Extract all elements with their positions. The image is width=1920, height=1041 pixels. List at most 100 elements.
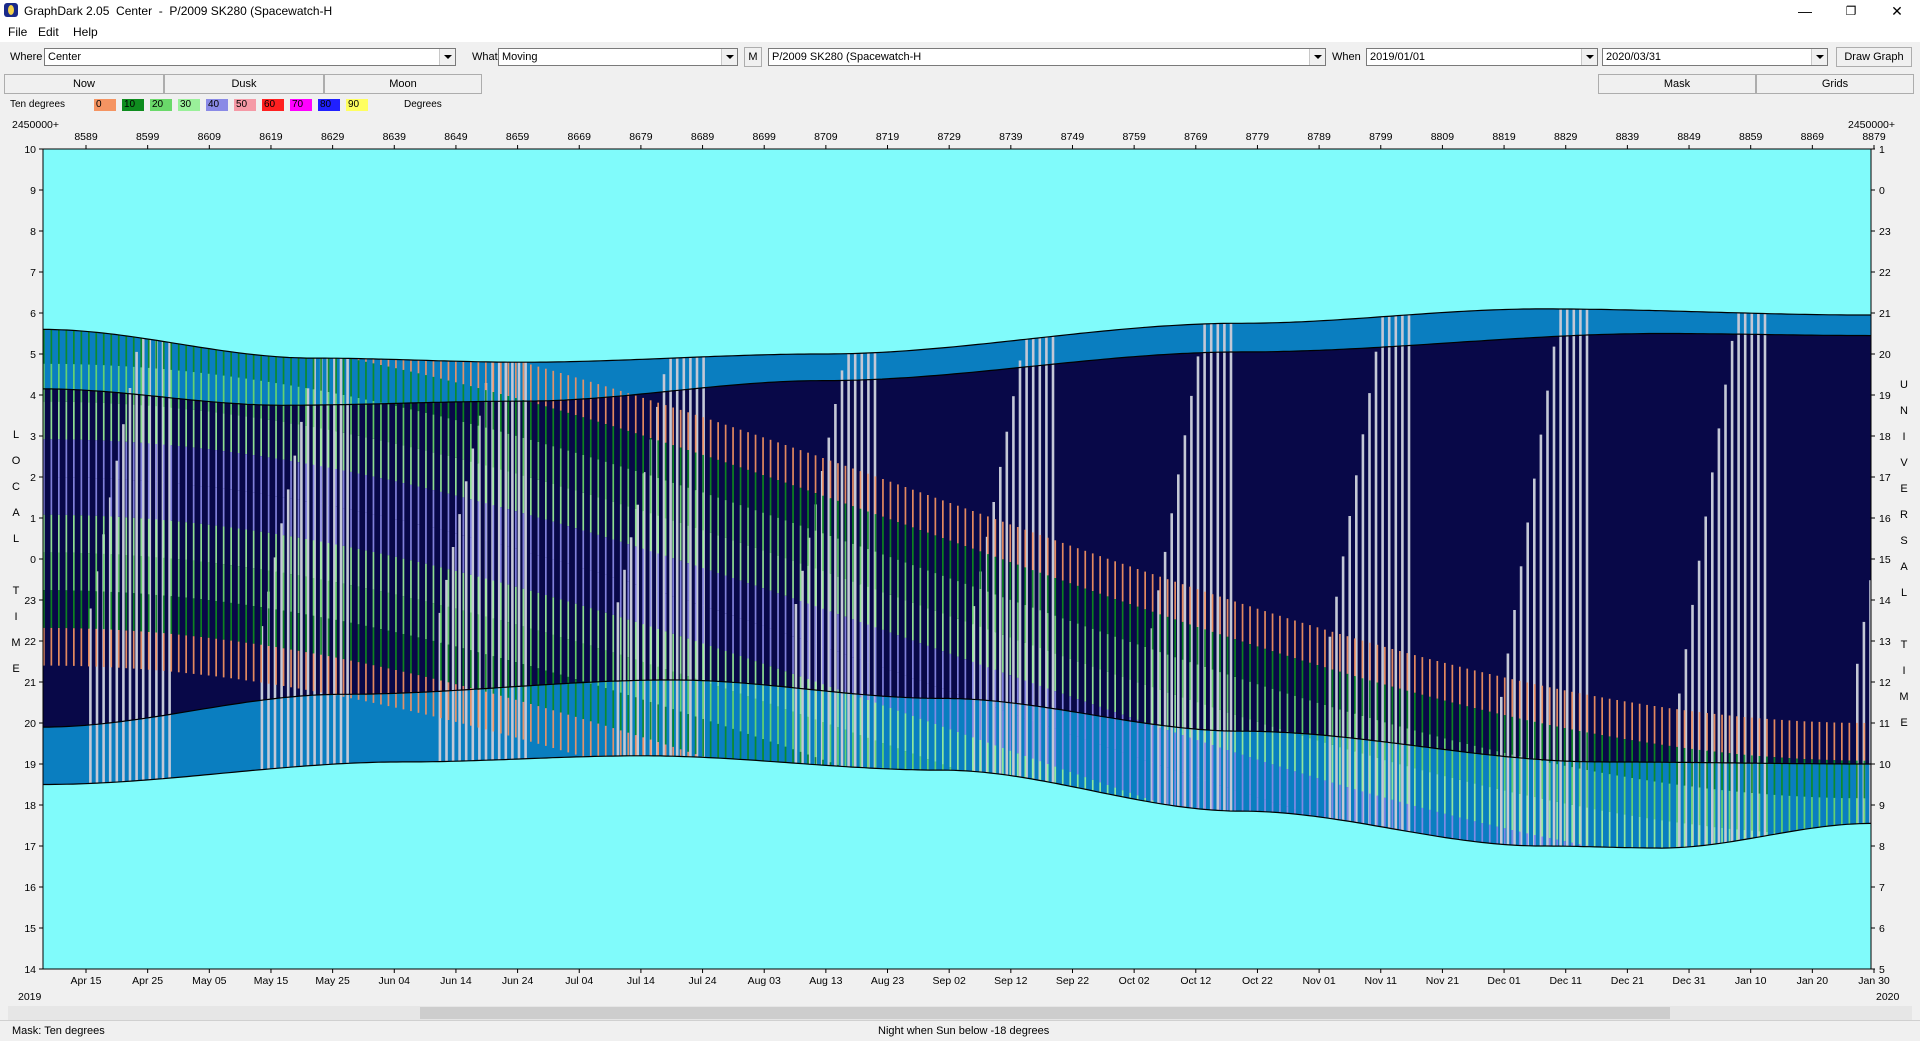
altitude-stripe: [170, 343, 172, 370]
altitude-stripe: [1212, 707, 1214, 745]
moonlight-stripe: [294, 456, 297, 767]
altitude-stripe: [1189, 662, 1191, 700]
altitude-stripe: [807, 679, 809, 717]
altitude-stripe: [283, 357, 285, 384]
altitude-stripe: [650, 702, 652, 740]
altitude-stripe: [665, 669, 667, 707]
altitude-stripe: [163, 596, 165, 634]
tab-dusk[interactable]: Dusk: [164, 74, 324, 94]
altitude-stripe: [567, 677, 569, 715]
moonlight-stripe: [623, 570, 626, 756]
altitude-stripe: [657, 629, 659, 667]
moonlight-stripe: [1164, 552, 1167, 804]
minimize-button[interactable]: —: [1782, 0, 1828, 22]
altitude-stripe: [1339, 634, 1341, 672]
draw-graph-button[interactable]: Draw Graph: [1836, 47, 1912, 67]
chevron-down-icon[interactable]: [1309, 49, 1325, 65]
altitude-stripe: [463, 460, 465, 498]
altitude-stripe: [1399, 802, 1401, 830]
altitude-stripe: [230, 528, 232, 566]
tab-grids[interactable]: Grids: [1756, 74, 1914, 94]
tab-mask[interactable]: Mask: [1598, 74, 1756, 94]
altitude-stripe: [1182, 660, 1184, 698]
altitude-stripe: [373, 401, 375, 439]
m-button[interactable]: M: [744, 47, 762, 67]
moonlight-stripe: [1052, 337, 1055, 783]
altitude-stripe: [942, 538, 944, 576]
altitude-stripe: [740, 694, 742, 732]
altitude-stripe: [148, 339, 150, 368]
where-select[interactable]: Center: [44, 48, 456, 66]
altitude-stripe: [875, 740, 877, 768]
altitude-stripe: [800, 752, 802, 764]
altitude-stripe: [1571, 805, 1573, 843]
altitude-stripe: [852, 657, 854, 695]
chevron-down-icon[interactable]: [439, 49, 455, 65]
altitude-stripe: [365, 362, 367, 400]
object-select[interactable]: P/2009 SK280 (Spacewatch-H: [768, 48, 1326, 66]
altitude-stripe: [253, 606, 255, 644]
altitude-stripe: [268, 646, 270, 684]
altitude-stripe: [800, 450, 802, 488]
altitude-stripe: [1556, 802, 1558, 840]
altitude-stripe: [1047, 538, 1049, 576]
altitude-stripe: [81, 364, 83, 402]
start-date-select[interactable]: 2019/01/01: [1366, 48, 1598, 66]
what-select[interactable]: Moving: [498, 48, 738, 66]
altitude-stripe: [740, 430, 742, 468]
altitude-stripe: [485, 579, 487, 617]
altitude-stripe: [1774, 795, 1776, 833]
tab-now[interactable]: Now: [4, 74, 164, 94]
horizontal-scrollbar[interactable]: [8, 1006, 1912, 1020]
altitude-stripe: [905, 600, 907, 638]
scrollbar-thumb[interactable]: [420, 1007, 1670, 1019]
moonlight-stripe: [854, 354, 857, 768]
altitude-stripe: [1526, 683, 1528, 721]
altitude-stripe: [260, 532, 262, 570]
chevron-down-icon[interactable]: [1811, 49, 1827, 65]
legend-swatch-label: 0: [96, 99, 102, 110]
altitude-stripe: [1616, 776, 1618, 814]
altitude-stripe: [1219, 785, 1221, 810]
altitude-stripe: [1691, 787, 1693, 825]
altitude-stripe: [51, 515, 53, 553]
right-tick-label: 10: [1879, 759, 1891, 771]
altitude-stripe: [1324, 743, 1326, 781]
altitude-stripe: [193, 410, 195, 448]
altitude-stripe: [275, 357, 277, 384]
altitude-stripe: [1736, 716, 1738, 754]
altitude-stripe: [845, 654, 847, 692]
bottom-tick-label: Aug 23: [871, 975, 904, 987]
left-tick-label: 10: [24, 144, 36, 156]
close-button[interactable]: ✕: [1874, 0, 1920, 22]
altitude-stripe: [66, 590, 68, 628]
altitude-stripe: [822, 647, 824, 685]
altitude-stripe: [905, 676, 907, 714]
altitude-stripe: [1594, 772, 1596, 810]
altitude-stripe: [582, 606, 584, 644]
altitude-stripe: [890, 746, 892, 769]
altitude-stripe: [875, 703, 877, 741]
altitude-stripe: [403, 445, 405, 483]
tab-moon[interactable]: Moon: [324, 74, 482, 94]
menu-help[interactable]: Help: [73, 25, 98, 39]
altitude-stripe: [515, 362, 517, 398]
altitude-stripe: [1444, 663, 1446, 701]
altitude-stripe: [1564, 804, 1566, 842]
menu-file[interactable]: File: [8, 25, 27, 39]
altitude-stripe: [538, 668, 540, 706]
end-date-select[interactable]: 2020/03/31: [1602, 48, 1828, 66]
altitude-stripe: [448, 418, 450, 456]
maximize-button[interactable]: ❐: [1828, 0, 1874, 22]
altitude-stripe: [200, 599, 202, 637]
altitude-stripe: [470, 537, 472, 575]
altitude-stripe: [732, 540, 734, 578]
moonlight-stripe: [116, 461, 119, 782]
chevron-down-icon[interactable]: [721, 49, 737, 65]
altitude-stripe: [275, 647, 277, 685]
altitude-stripe: [605, 650, 607, 688]
altitude-stripe: [395, 519, 397, 557]
menu-edit[interactable]: Edit: [38, 25, 59, 39]
altitude-stripe: [912, 527, 914, 565]
chevron-down-icon[interactable]: [1581, 49, 1597, 65]
